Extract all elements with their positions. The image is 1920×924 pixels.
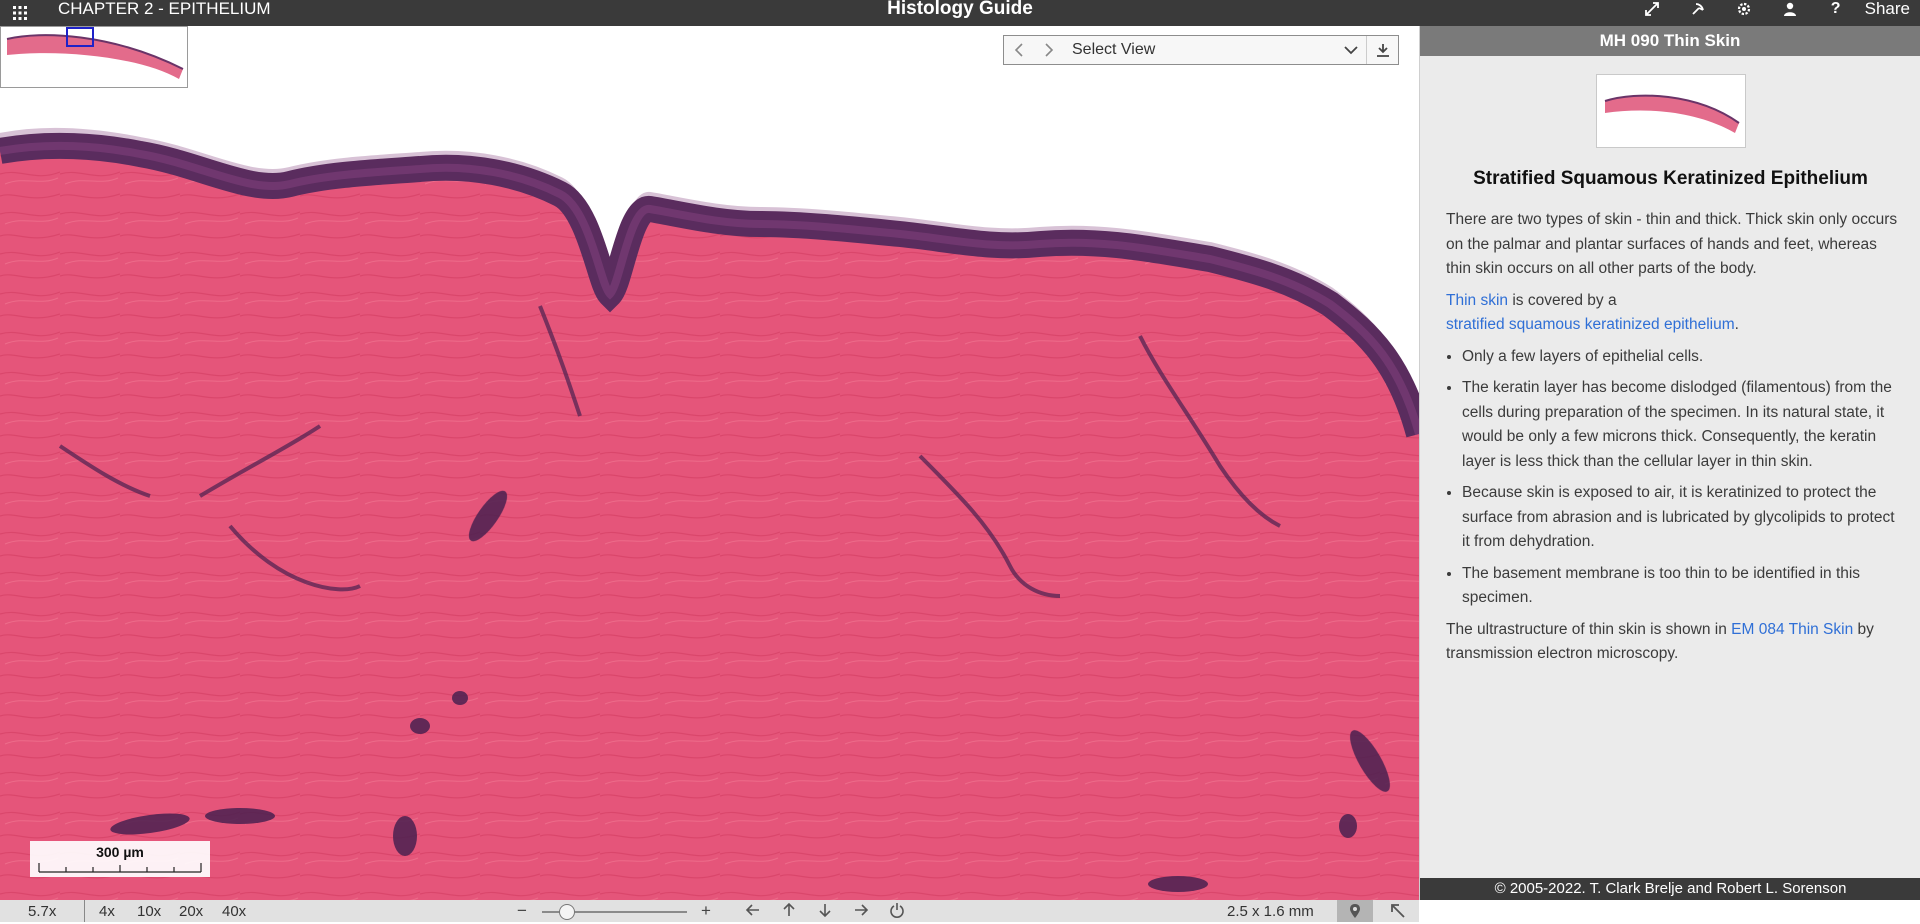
intro-paragraph: There are two types of skin - thin and t… — [1446, 211, 1898, 277]
zoom-slider-thumb[interactable] — [559, 904, 575, 920]
select-view-dropdown[interactable]: Select View — [1064, 41, 1336, 59]
info-panel: MH 090 Thin Skin Stratified Squamous Ker… — [1419, 26, 1920, 900]
section-heading: Stratified Squamous Keratinized Epitheli… — [1473, 168, 1868, 189]
chevron-down-icon[interactable] — [1336, 36, 1366, 64]
slide-viewer[interactable] — [0, 26, 1419, 900]
user-icon[interactable] — [1767, 0, 1813, 18]
field-dimensions: 2.5 x 1.6 mm — [1227, 903, 1314, 920]
covered-paragraph: Thin skin is covered by a stratified squ… — [1446, 289, 1906, 338]
zoom-preset-10x[interactable]: 10x — [137, 903, 161, 920]
facts-list: Only a few layers of epithelial cells. T… — [1446, 345, 1906, 611]
reset-view-icon[interactable] — [889, 901, 905, 924]
covered-text: is covered by a — [1508, 291, 1617, 309]
chapter-title[interactable]: CHAPTER 2 - EPITHELIUM — [58, 0, 271, 18]
list-item: Only a few layers of epithelial cells. — [1462, 345, 1906, 370]
select-view-control: Select View — [1003, 35, 1399, 65]
help-icon[interactable]: ? — [1813, 0, 1859, 18]
panel-body: There are two types of skin - thin and t… — [1446, 208, 1906, 674]
overview-navigator[interactable] — [0, 26, 188, 88]
pointer-icon[interactable] — [1675, 0, 1721, 18]
pin-icon[interactable] — [1337, 900, 1373, 922]
pan-down-icon[interactable] — [817, 901, 833, 924]
fullscreen-icon[interactable] — [1629, 0, 1675, 18]
zoom-preset-4x[interactable]: 4x — [99, 903, 115, 920]
scale-bar: 300 µm — [30, 841, 210, 877]
toolbar: ? Share — [1629, 0, 1920, 18]
covered-end: . — [1734, 316, 1739, 333]
tissue-image — [0, 26, 1419, 900]
divider — [84, 900, 85, 922]
zoom-in-button[interactable]: + — [701, 901, 711, 921]
download-icon[interactable] — [1366, 36, 1398, 64]
ultra-text: The ultrastructure of thin skin is shown… — [1446, 620, 1732, 638]
slide-title: MH 090 Thin Skin — [1420, 26, 1920, 56]
list-item: The basement membrane is too thin to be … — [1462, 562, 1906, 611]
top-bar: CHAPTER 2 - EPITHELIUM Histology Guide ?… — [0, 0, 1920, 26]
pan-up-icon[interactable] — [781, 901, 797, 924]
pan-right-icon[interactable] — [853, 901, 869, 924]
em-084-link[interactable]: EM 084 Thin Skin — [1731, 621, 1853, 638]
scale-ruler — [38, 863, 202, 873]
list-item: Because skin is exposed to air, it is ke… — [1462, 481, 1906, 555]
pointer-arrow-icon[interactable] — [1380, 900, 1416, 922]
share-button[interactable]: Share — [1859, 0, 1920, 18]
list-item: The keratin layer has become dislodged (… — [1462, 376, 1906, 474]
ultrastructure-paragraph: The ultrastructure of thin skin is shown… — [1446, 618, 1906, 667]
current-zoom: 5.7x — [28, 903, 57, 920]
overview-thumbnail — [6, 34, 184, 79]
overview-viewport-box[interactable] — [66, 27, 94, 47]
next-view-button[interactable] — [1034, 36, 1064, 64]
zoom-preset-20x[interactable]: 20x — [179, 903, 203, 920]
pan-left-icon[interactable] — [745, 901, 761, 924]
epithelium-link[interactable]: stratified squamous keratinized epitheli… — [1446, 316, 1735, 333]
app-grid-icon[interactable] — [12, 5, 28, 21]
previous-view-button[interactable] — [1004, 36, 1034, 64]
settings-icon[interactable] — [1721, 0, 1767, 18]
thin-skin-link[interactable]: Thin skin — [1446, 292, 1508, 309]
zoom-out-button[interactable]: − — [517, 901, 527, 921]
zoom-preset-40x[interactable]: 40x — [222, 903, 246, 920]
copyright-footer: © 2005-2022. T. Clark Brelje and Robert … — [1420, 878, 1920, 900]
slide-thumbnail-image — [1604, 94, 1740, 133]
viewer-bottom-bar: 5.7x 4x 10x 20x 40x − + 2.5 x 1.6 mm — [0, 900, 1419, 922]
slide-thumbnail[interactable] — [1596, 74, 1746, 148]
scale-label: 300 µm — [96, 844, 144, 860]
